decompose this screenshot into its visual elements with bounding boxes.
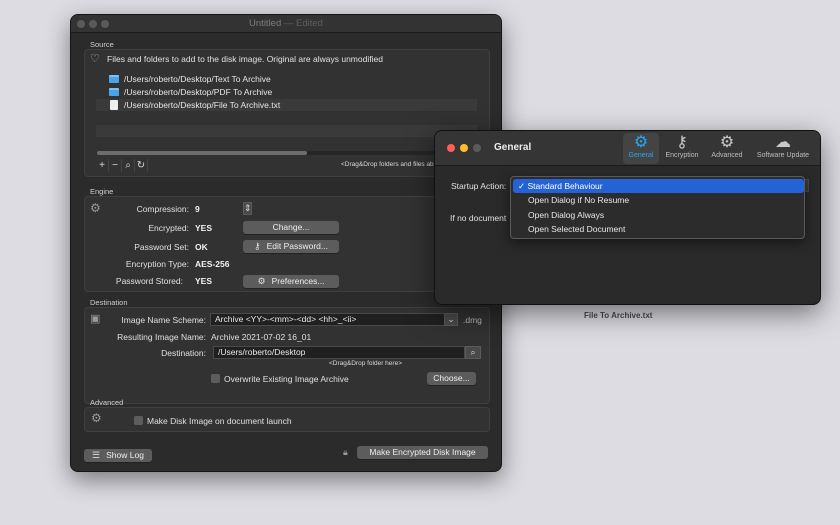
title-bar[interactable]: Untitled — Edited (71, 15, 501, 33)
compression-label: Compression: (136, 204, 189, 214)
tab-label: General (628, 152, 654, 159)
source-item-path: /Users/roberto/Desktop/File To Archive.t… (124, 100, 281, 110)
destination-section-label: Destination (90, 298, 128, 307)
folder-icon (109, 88, 119, 96)
source-list-item[interactable]: /Users/roberto/Desktop/PDF To Archive (96, 86, 477, 98)
show-log-label: Show Log (106, 450, 144, 460)
menu-item-open-dialog-always[interactable]: Open Dialog Always (513, 208, 804, 222)
password-set-label: Password Set: (134, 242, 189, 252)
encryption-type-value: AES-256 (195, 259, 230, 269)
make-disk-image-button[interactable]: Make Encrypted Disk Image (357, 446, 488, 459)
overwrite-label: Overwrite Existing Image Archive (224, 374, 349, 384)
source-toolbar: + − ⌕ ↻ (96, 158, 148, 172)
gears-icon: ⚙ (719, 134, 735, 151)
preferences-button[interactable]: ⚙ Preferences... (243, 275, 339, 288)
heart-icon: ♡ (90, 53, 100, 65)
startup-action-label: Startup Action: (451, 181, 507, 191)
source-item-path: /Users/roberto/Desktop/PDF To Archive (124, 87, 273, 97)
cloud-icon: ☁ (775, 134, 791, 151)
gear-icon: ⚙ (90, 201, 101, 215)
edit-password-label: Edit Password... (266, 241, 328, 251)
password-set-value: OK (195, 242, 208, 252)
tab-software-update[interactable]: ☁ Software Update (751, 133, 815, 164)
desktop-file-label[interactable]: File To Archive.txt (584, 311, 652, 320)
edit-password-button[interactable]: ⚷ Edit Password... (243, 240, 339, 253)
document-icon (110, 100, 118, 110)
zoom-button[interactable] (473, 144, 481, 152)
destination-drag-hint: <Drag&Drop folder here> (329, 360, 402, 367)
encrypted-label: Encrypted: (148, 223, 189, 233)
destination-field[interactable]: /Users/roberto/Desktop (213, 346, 465, 359)
preferences-title: General (494, 142, 532, 153)
overwrite-checkbox[interactable] (211, 374, 220, 383)
compression-value: 9 (195, 204, 200, 214)
engine-section-label: Engine (90, 187, 114, 196)
search-icon[interactable]: ⌕ (465, 346, 481, 359)
advanced-section-label: Advanced (90, 398, 124, 407)
tab-advanced[interactable]: ⚙ Advanced (707, 133, 747, 164)
change-button[interactable]: Change... (243, 221, 339, 234)
close-button[interactable] (447, 144, 455, 152)
scheme-extension: .dmg (463, 315, 482, 325)
scheme-label: Image Name Scheme: (121, 315, 206, 325)
lock-icon: 🔒︎ (343, 447, 348, 457)
tab-label: Encryption (665, 152, 699, 159)
scheme-combobox[interactable]: Archive <YY>-<mm>-<dd> <hh>_<ii> (210, 313, 458, 326)
edited-indicator: — Edited (283, 18, 323, 29)
menu-item-standard-behaviour[interactable]: ✓ Standard Behaviour (513, 179, 804, 193)
no-document-label: If no document (450, 213, 507, 223)
source-section-label: Source (90, 40, 114, 49)
source-list-empty-row (96, 112, 477, 124)
resulting-name-label: Resulting Image Name: (117, 332, 206, 342)
menu-item-open-dialog-if-no-resume[interactable]: Open Dialog if No Resume (513, 193, 804, 207)
chevron-down-icon[interactable]: ⌄ (444, 313, 458, 326)
resulting-name-value: Archive 2021-07-02 16_01 (211, 332, 312, 342)
preferences-toolbar[interactable]: General ⚙ General ⚷ Encryption ⚙ Advance… (435, 131, 820, 166)
source-list-empty-row (96, 125, 477, 137)
tab-label: Advanced (711, 152, 743, 159)
scrollbar-thumb[interactable] (97, 151, 307, 155)
menu-item-open-selected-document[interactable]: Open Selected Document (513, 222, 804, 236)
encrypted-value: YES (195, 223, 213, 233)
tab-label: Software Update (756, 152, 810, 159)
gear-icon: ⚙ (257, 276, 266, 286)
minimize-button[interactable] (460, 144, 468, 152)
choose-button[interactable]: Choose... (427, 372, 476, 385)
list-icon: ☰ (92, 450, 101, 460)
compression-stepper[interactable]: ⇕ (243, 202, 252, 215)
key-icon: ⚷ (676, 134, 688, 151)
source-list-item[interactable]: /Users/roberto/Desktop/Text To Archive (96, 73, 477, 85)
launch-label: Make Disk Image on document launch (147, 416, 292, 426)
source-horizontal-scrollbar[interactable] (97, 151, 477, 155)
window-title: Untitled — Edited (71, 18, 501, 29)
source-item-path: /Users/roberto/Desktop/Text To Archive (124, 74, 271, 84)
gears-icon: ⚙ (91, 411, 102, 425)
startup-action-menu: ✓ Standard Behaviour Open Dialog if No R… (510, 176, 805, 239)
document-name: Untitled (249, 18, 282, 29)
tab-general[interactable]: ⚙ General (623, 133, 659, 164)
refresh-icon[interactable]: ↻ (135, 158, 148, 172)
show-log-button[interactable]: ☰ Show Log (84, 449, 152, 462)
source-note: Files and folders to add to the disk ima… (107, 54, 383, 64)
reveal-search-icon[interactable]: ⌕ (122, 158, 135, 172)
preferences-label: Preferences... (271, 276, 325, 286)
add-button[interactable]: + (96, 158, 109, 172)
password-stored-label: Password Stored: (115, 276, 183, 286)
menu-item-label: Standard Behaviour (527, 181, 603, 191)
gear-icon: ⚙ (633, 134, 649, 151)
source-list-item[interactable]: /Users/roberto/Desktop/File To Archive.t… (96, 99, 477, 111)
key-icon: ⚷ (253, 241, 261, 251)
tab-encryption[interactable]: ⚷ Encryption (662, 133, 702, 164)
remove-button[interactable]: − (109, 158, 122, 172)
folder-icon (109, 75, 119, 83)
encryption-type-label: Encryption Type: (125, 259, 189, 269)
launch-checkbox[interactable] (134, 416, 143, 425)
password-stored-value: YES (195, 276, 213, 286)
destination-label: Destination: (161, 348, 206, 358)
